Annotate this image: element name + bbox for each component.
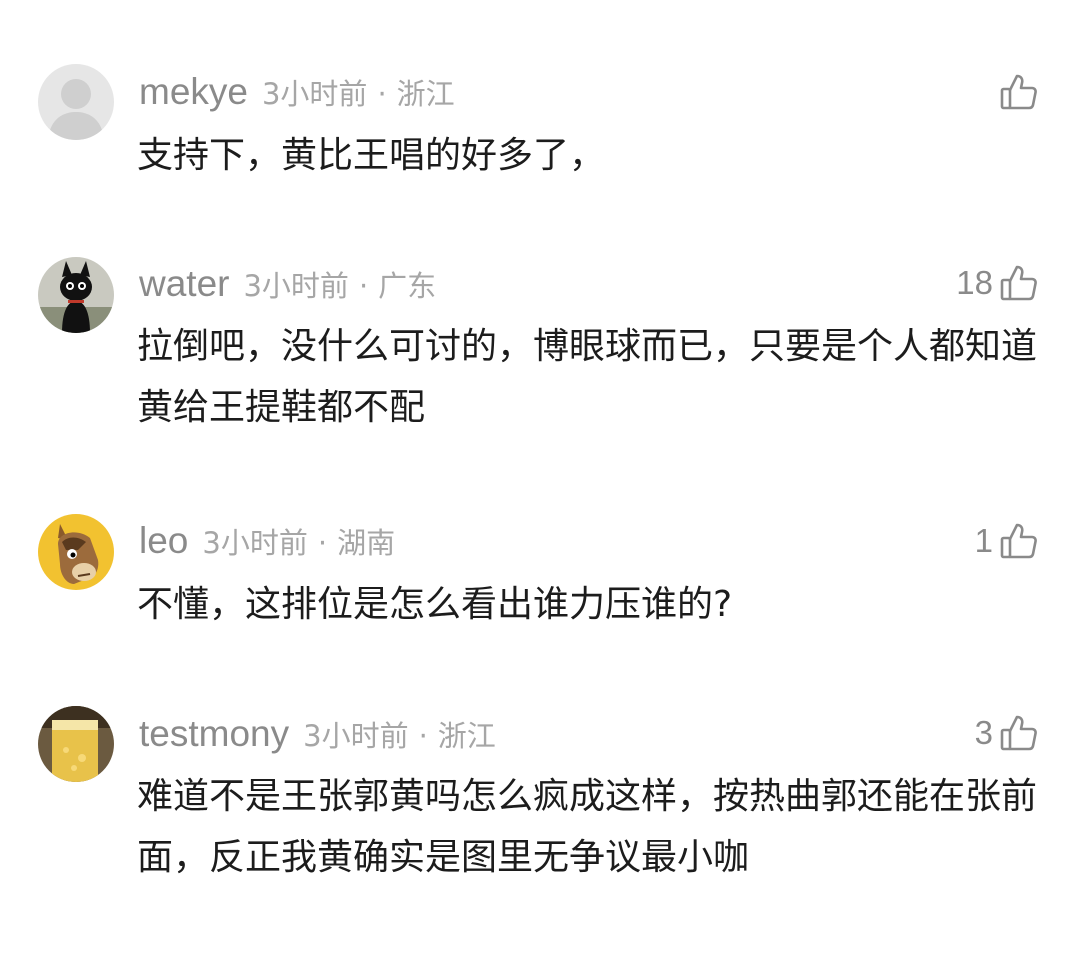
like-count: 1 (974, 522, 993, 559)
like-button[interactable] (993, 68, 1039, 116)
comment-meta: water 3小时前 · 广东 (139, 262, 436, 306)
like-count: 18 (956, 264, 993, 301)
avatar[interactable] (38, 706, 114, 782)
comment-text: 难道不是王张郭黄吗怎么疯成这样，按热曲郭还能在张前面，反正我黄确实是图里无争议最… (137, 776, 1038, 878)
drink-photo-avatar-icon (38, 706, 114, 782)
avatar[interactable] (38, 257, 114, 333)
meta-separator: · (317, 526, 328, 560)
meta-separator: · (377, 77, 387, 111)
thumbs-up-icon (999, 713, 1039, 753)
comment-location: 浙江 (396, 77, 455, 111)
black-cat-avatar-icon (38, 257, 114, 333)
like-count: 3 (974, 714, 993, 751)
thumbs-up-icon (999, 72, 1039, 112)
comment-time: 3小时前 (261, 77, 368, 111)
comment-time: 3小时前 (243, 269, 349, 303)
comment-location: 湖南 (337, 526, 396, 560)
comment-location: 广东 (378, 269, 437, 303)
comment-time: 3小时前 (202, 526, 308, 560)
comment-meta: mekye 3小时前 · 浙江 (139, 70, 455, 114)
like-button[interactable]: 3 (975, 709, 1039, 757)
comment-text: 拉倒吧，没什么可讨的，博眼球而已，只要是个人都知道黄给王提鞋都不配 (137, 326, 1038, 428)
comment-text: 支持下，黄比王唱的好多了， (137, 135, 606, 176)
meta-separator: · (358, 269, 369, 303)
horse-cartoon-avatar-icon (38, 514, 114, 590)
default-avatar-icon (38, 64, 114, 140)
username[interactable]: leo (139, 520, 188, 561)
comment-location: 浙江 (437, 719, 496, 753)
comment-text: 不懂，这排位是怎么看出谁力压谁的? (137, 584, 733, 625)
username[interactable]: testmony (139, 713, 289, 754)
username[interactable]: water (139, 263, 229, 304)
like-button[interactable]: 18 (956, 259, 1039, 307)
comment-meta: testmony 3小时前 · 浙江 (139, 712, 496, 756)
comment-meta: leo 3小时前 · 湖南 (139, 519, 395, 563)
thumbs-up-icon (999, 521, 1039, 561)
username[interactable]: mekye (139, 71, 248, 112)
thumbs-up-icon (999, 263, 1039, 303)
like-button[interactable]: 1 (975, 517, 1039, 565)
comment-time: 3小时前 (303, 719, 409, 753)
avatar[interactable] (38, 64, 114, 140)
avatar[interactable] (38, 514, 114, 590)
meta-separator: · (418, 719, 428, 753)
